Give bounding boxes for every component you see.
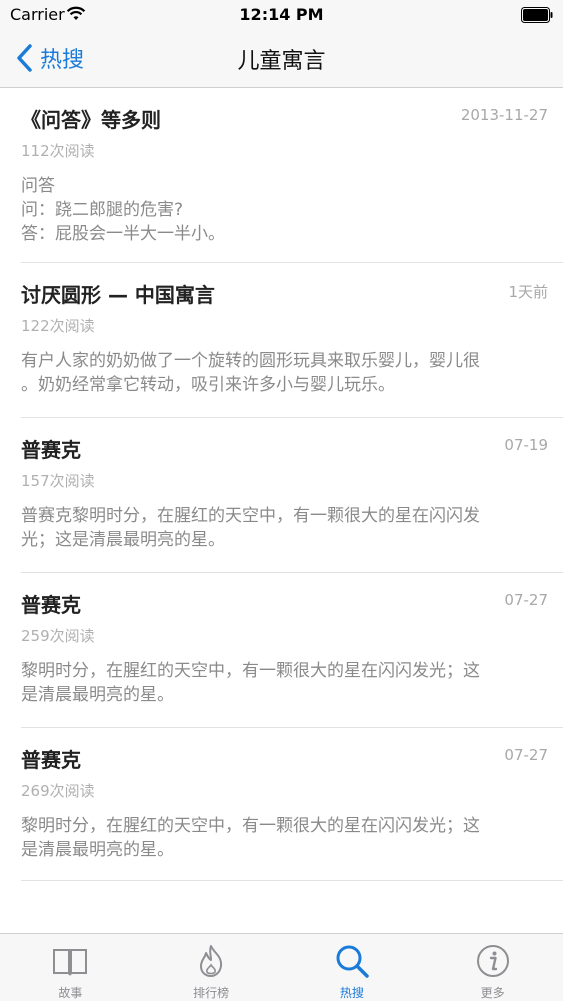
list-item[interactable]: 普赛克 07-27 259次阅读 黎明时分，在腥红的天空中，有一颗很大的星在闪闪… xyxy=(21,573,563,728)
navigation-bar: 热搜 儿童寓言 xyxy=(0,30,563,88)
article-title: 《问答》等多则 xyxy=(21,108,161,132)
list-item[interactable]: 普赛克 07-19 157次阅读 普赛克黎明时分，在腥红的天空中，有一颗很大的星… xyxy=(21,418,563,573)
article-summary: 有户人家的奶奶做了一个旋转的圆形玩具来取乐婴儿，婴儿很 。奶奶经常拿它转动，吸引… xyxy=(21,351,480,395)
article-title: 讨厌圆形 — 中国寓言 xyxy=(21,283,215,307)
tab-more[interactable]: 更多 xyxy=(422,934,563,1001)
tab-bar: 故事 排行榜 热搜 更多 xyxy=(0,933,563,1001)
article-read-count: 122次阅读 xyxy=(21,317,95,335)
article-date: 07-27 xyxy=(504,591,548,609)
article-summary: 问答 问：跷二郎腿的危害? 答：屁股会一半大一半小。 xyxy=(21,176,225,244)
battery-icon xyxy=(521,7,553,23)
article-read-count: 269次阅读 xyxy=(21,782,95,800)
article-read-count: 112次阅读 xyxy=(21,142,95,160)
info-icon xyxy=(476,945,509,977)
article-read-count: 259次阅读 xyxy=(21,627,95,645)
article-date: 1天前 xyxy=(508,283,548,301)
article-date: 2013-11-27 xyxy=(460,106,548,124)
article-summary: 普赛克黎明时分，在腥红的天空中，有一颗很大的星在闪闪发 光；这是清晨最明亮的星。 xyxy=(21,506,480,550)
status-bar: Carrier 12:14 PM xyxy=(0,0,563,30)
article-summary: 黎明时分，在腥红的天空中，有一颗很大的星在闪闪发光；这 是清晨最明亮的星。 xyxy=(21,661,480,705)
tab-hot-search[interactable]: 热搜 xyxy=(282,934,423,1001)
book-icon xyxy=(53,949,88,976)
article-summary: 黎明时分，在腥红的天空中，有一颗很大的星在闪闪发光；这 是清晨最明亮的星。 xyxy=(21,816,480,860)
article-title: 普赛克 xyxy=(21,748,81,772)
article-date: 07-27 xyxy=(504,746,548,764)
list-item[interactable]: 普赛克 07-27 269次阅读 黎明时分，在腥红的天空中，有一颗很大的星在闪闪… xyxy=(21,728,563,881)
tab-label: 故事 xyxy=(58,986,83,1000)
list-item[interactable]: 《问答》等多则 2013-11-27 112次阅读 问答 问：跷二郎腿的危害? … xyxy=(21,88,563,263)
page-title: 儿童寓言 xyxy=(237,49,326,74)
tab-label: 更多 xyxy=(480,986,505,1000)
tab-rankings[interactable]: 排行榜 xyxy=(141,934,282,1001)
tab-label: 热搜 xyxy=(339,986,364,1000)
article-read-count: 157次阅读 xyxy=(21,472,95,490)
tab-label: 排行榜 xyxy=(193,986,230,1000)
article-title: 普赛克 xyxy=(21,593,81,617)
list-item[interactable]: 讨厌圆形 — 中国寓言 1天前 122次阅读 有户人家的奶奶做了一个旋转的圆形玩… xyxy=(21,263,563,418)
flame-icon xyxy=(200,945,223,977)
search-icon xyxy=(336,945,369,978)
tab-stories[interactable]: 故事 xyxy=(0,934,141,1001)
article-date: 07-19 xyxy=(504,436,548,454)
clock-label: 12:14 PM xyxy=(239,5,324,24)
article-list: 《问答》等多则 2013-11-27 112次阅读 问答 问：跷二郎腿的危害? … xyxy=(0,88,563,881)
article-title: 普赛克 xyxy=(21,438,81,462)
